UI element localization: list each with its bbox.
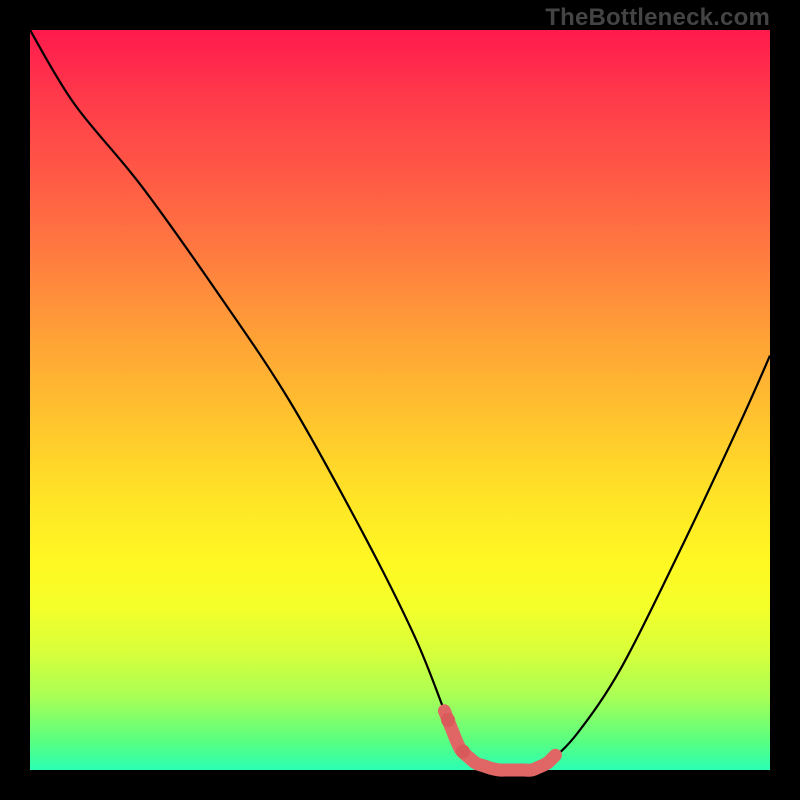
highlight-dot-1	[456, 745, 470, 759]
chart-frame: TheBottleneck.com	[0, 0, 800, 800]
highlight-band	[444, 711, 555, 770]
watermark-text: TheBottleneck.com	[545, 4, 770, 32]
chart-svg	[30, 30, 770, 770]
bottleneck-curve	[30, 30, 770, 771]
highlight-dot-0	[441, 713, 455, 727]
